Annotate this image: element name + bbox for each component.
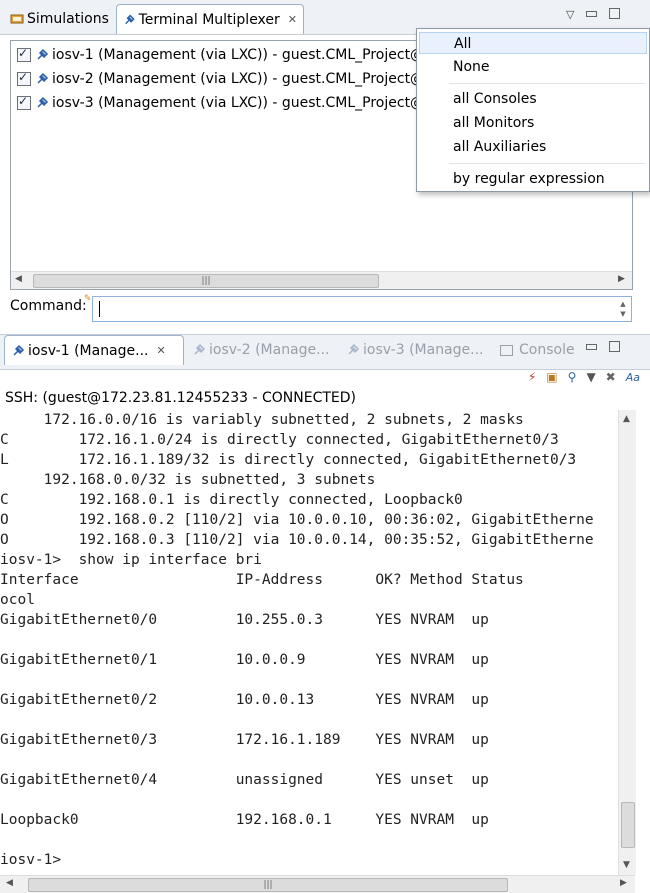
terminal-text: 172.16.0.0/16 is variably subnetted, 2 s…	[0, 412, 594, 868]
session-label: iosv-3 (Management (via LXC)) - guest.CM…	[52, 95, 433, 111]
close-tab-icon[interactable]: ✕	[288, 13, 297, 26]
terminal-icon	[125, 14, 135, 24]
close-tab-icon[interactable]: ✕	[157, 344, 166, 357]
scroll-left-icon[interactable]: ◀	[6, 878, 13, 888]
menu-item-all-auxiliaries[interactable]: all Auxiliaries	[419, 136, 647, 158]
plug-icon	[348, 343, 360, 355]
command-spinner[interactable]: ▲ ▼	[617, 299, 629, 319]
bottom-tab-bar: iosv-1 (Manage... ✕ iosv-2 (Manage... io…	[0, 334, 650, 370]
tab-iosv-2[interactable]: iosv-2 (Manage...	[186, 335, 336, 365]
tab-console[interactable]: Console	[494, 335, 581, 365]
command-input[interactable]: ▲ ▼	[92, 296, 632, 322]
view-controls: ▽	[566, 8, 621, 21]
content-assist-icon: ✎	[84, 294, 92, 304]
terminal-horizontal-scrollbar[interactable]: ◀ ||| ▶	[0, 875, 635, 893]
simulations-icon	[10, 14, 24, 24]
connection-status: SSH: (guest@172.23.81.12455233 - CONNECT…	[5, 390, 356, 406]
tab-iosv-3-label: iosv-3 (Manage...	[363, 342, 484, 358]
scroll-left-icon[interactable]: ◀	[15, 274, 22, 284]
menu-item-by-regex[interactable]: by regular expression	[419, 168, 647, 190]
scroll-thumb[interactable]: |||	[33, 274, 379, 288]
list-horizontal-scrollbar[interactable]: ◀ ||| ▶	[11, 271, 632, 289]
tab-iosv-1[interactable]: iosv-1 (Manage... ✕	[4, 335, 184, 365]
menu-item-all[interactable]: All	[419, 32, 647, 54]
tab-simulations-label: Simulations	[27, 11, 109, 27]
plug-icon	[37, 72, 49, 84]
session-label: iosv-2 (Management (via LXC)) - guest.CM…	[52, 71, 433, 87]
minimize-icon[interactable]	[586, 11, 598, 17]
select-dropdown-menu: All None all Consoles all Monitors all A…	[416, 28, 650, 192]
font-size-icon[interactable]: Aa	[626, 371, 640, 384]
session-checkbox[interactable]	[17, 94, 31, 110]
lock-icon[interactable]: ▣	[546, 370, 557, 384]
terminal-toolbar: ⚡ ▣ ⚲ ▼ ✖ Aa	[528, 370, 640, 384]
maximize-icon[interactable]	[609, 8, 621, 19]
session-row-iosv-2[interactable]: iosv-2 (Management (via LXC)) - guest.CM…	[17, 69, 433, 89]
session-row-iosv-1[interactable]: iosv-1 (Management (via LXC)) - guest.CM…	[17, 45, 433, 65]
menu-item-none[interactable]: None	[419, 56, 647, 78]
tab-console-label: Console	[519, 342, 575, 358]
scroll-down-icon[interactable]: ▼	[623, 860, 630, 870]
session-checkbox[interactable]	[17, 46, 31, 62]
scroll-right-icon[interactable]: ▶	[618, 274, 625, 284]
session-row-iosv-3[interactable]: iosv-3 (Management (via LXC)) - guest.CM…	[17, 93, 433, 113]
command-label: Command:	[10, 298, 87, 314]
tab-terminal-label: Terminal Multiplexer	[138, 11, 280, 28]
session-label: iosv-1 (Management (via LXC)) - guest.CM…	[52, 47, 433, 63]
tab-iosv-2-label: iosv-2 (Manage...	[209, 342, 330, 358]
disconnect-icon[interactable]: ⚡	[528, 370, 536, 384]
minimize-icon[interactable]	[586, 344, 597, 350]
session-checkbox[interactable]	[17, 70, 31, 86]
menu-item-all-monitors[interactable]: all Monitors	[419, 112, 647, 134]
scroll-thumb[interactable]	[621, 802, 635, 848]
view-menu-icon[interactable]: ▽	[566, 8, 574, 21]
plug-icon	[37, 96, 49, 108]
menu-separator	[449, 83, 645, 84]
tab-terminal-multiplexer[interactable]: Terminal Multiplexer ✕	[116, 4, 304, 34]
text-cursor	[99, 301, 100, 317]
terminal-vertical-scrollbar[interactable]: ▲ ▼	[618, 410, 636, 875]
dropdown-chevron-icon[interactable]: ▼	[586, 370, 595, 384]
maximize-icon[interactable]	[609, 341, 620, 352]
plug-icon	[37, 48, 49, 60]
tab-iosv-3[interactable]: iosv-3 (Manage...	[340, 335, 490, 365]
connect-icon[interactable]: ⚲	[568, 370, 577, 384]
remove-icon[interactable]: ✖	[606, 370, 616, 384]
terminal-output[interactable]: 172.16.0.0/16 is variably subnetted, 2 s…	[0, 410, 635, 875]
plug-icon	[194, 343, 206, 355]
console-icon	[500, 344, 513, 356]
menu-item-all-consoles[interactable]: all Consoles	[419, 88, 647, 110]
tab-iosv-1-label: iosv-1 (Manage...	[28, 342, 149, 359]
menu-separator	[449, 163, 645, 164]
bottom-view-controls	[586, 341, 620, 352]
plug-icon	[13, 344, 25, 356]
tab-simulations[interactable]: Simulations	[4, 4, 115, 34]
scroll-right-icon[interactable]: ▶	[620, 878, 627, 888]
scroll-up-icon[interactable]: ▲	[623, 414, 630, 424]
scroll-thumb[interactable]: |||	[28, 878, 508, 892]
